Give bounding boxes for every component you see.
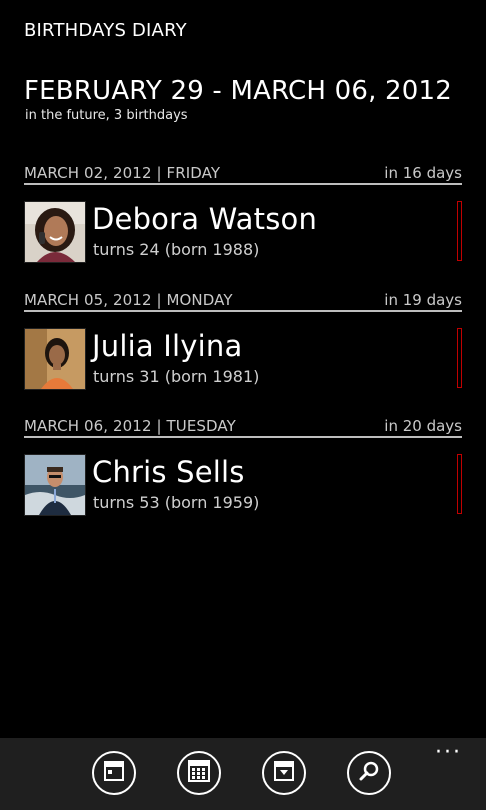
search-icon xyxy=(358,760,380,786)
section-header: MARCH 02, 2012 | FRIDAY in 16 days xyxy=(24,160,462,185)
avatar xyxy=(24,454,86,516)
birthday-item[interactable]: Julia Ilyina turns 31 (born 1981) xyxy=(24,328,462,392)
birthday-item[interactable]: Debora Watson turns 24 (born 1988) xyxy=(24,201,462,265)
person-name: Debora Watson xyxy=(92,202,318,236)
archive-icon xyxy=(273,760,295,786)
accent-marker xyxy=(457,328,462,388)
more-options-button[interactable]: ··· xyxy=(435,740,462,765)
section-relative-days: in 19 days xyxy=(384,291,462,309)
birthday-section: MARCH 05, 2012 | MONDAY in 19 days Julia… xyxy=(24,287,462,392)
date-range-subtitle: in the future, 3 birthdays xyxy=(25,108,188,123)
section-date: MARCH 02, 2012 | FRIDAY xyxy=(24,164,221,182)
section-header: MARCH 05, 2012 | MONDAY in 19 days xyxy=(24,287,462,312)
person-name: Chris Sells xyxy=(92,455,245,489)
birthday-item[interactable]: Chris Sells turns 53 (born 1959) xyxy=(24,454,462,518)
accent-marker xyxy=(457,454,462,514)
calendar-button[interactable] xyxy=(177,751,221,795)
section-date: MARCH 06, 2012 | TUESDAY xyxy=(24,417,236,435)
accent-marker xyxy=(457,201,462,261)
section-relative-days: in 20 days xyxy=(384,417,462,435)
avatar xyxy=(24,201,86,263)
today-icon xyxy=(103,760,125,786)
today-button[interactable] xyxy=(92,751,136,795)
person-age: turns 53 (born 1959) xyxy=(93,493,260,512)
calendar-icon xyxy=(187,759,211,787)
search-button[interactable] xyxy=(347,751,391,795)
app-title: BIRTHDAYS DIARY xyxy=(24,20,187,41)
section-header: MARCH 06, 2012 | TUESDAY in 20 days xyxy=(24,413,462,438)
archive-button[interactable] xyxy=(262,751,306,795)
person-age: turns 31 (born 1981) xyxy=(93,367,260,386)
section-date: MARCH 05, 2012 | MONDAY xyxy=(24,291,233,309)
person-name: Julia Ilyina xyxy=(92,329,243,363)
birthday-section: MARCH 06, 2012 | TUESDAY in 20 days Chri… xyxy=(24,413,462,518)
avatar xyxy=(24,328,86,390)
section-relative-days: in 16 days xyxy=(384,164,462,182)
date-range-title: FEBRUARY 29 - MARCH 06, 2012 xyxy=(24,76,452,106)
birthday-section: MARCH 02, 2012 | FRIDAY in 16 days Debor… xyxy=(24,160,462,265)
application-bar: ··· xyxy=(0,738,486,810)
person-age: turns 24 (born 1988) xyxy=(93,240,260,259)
